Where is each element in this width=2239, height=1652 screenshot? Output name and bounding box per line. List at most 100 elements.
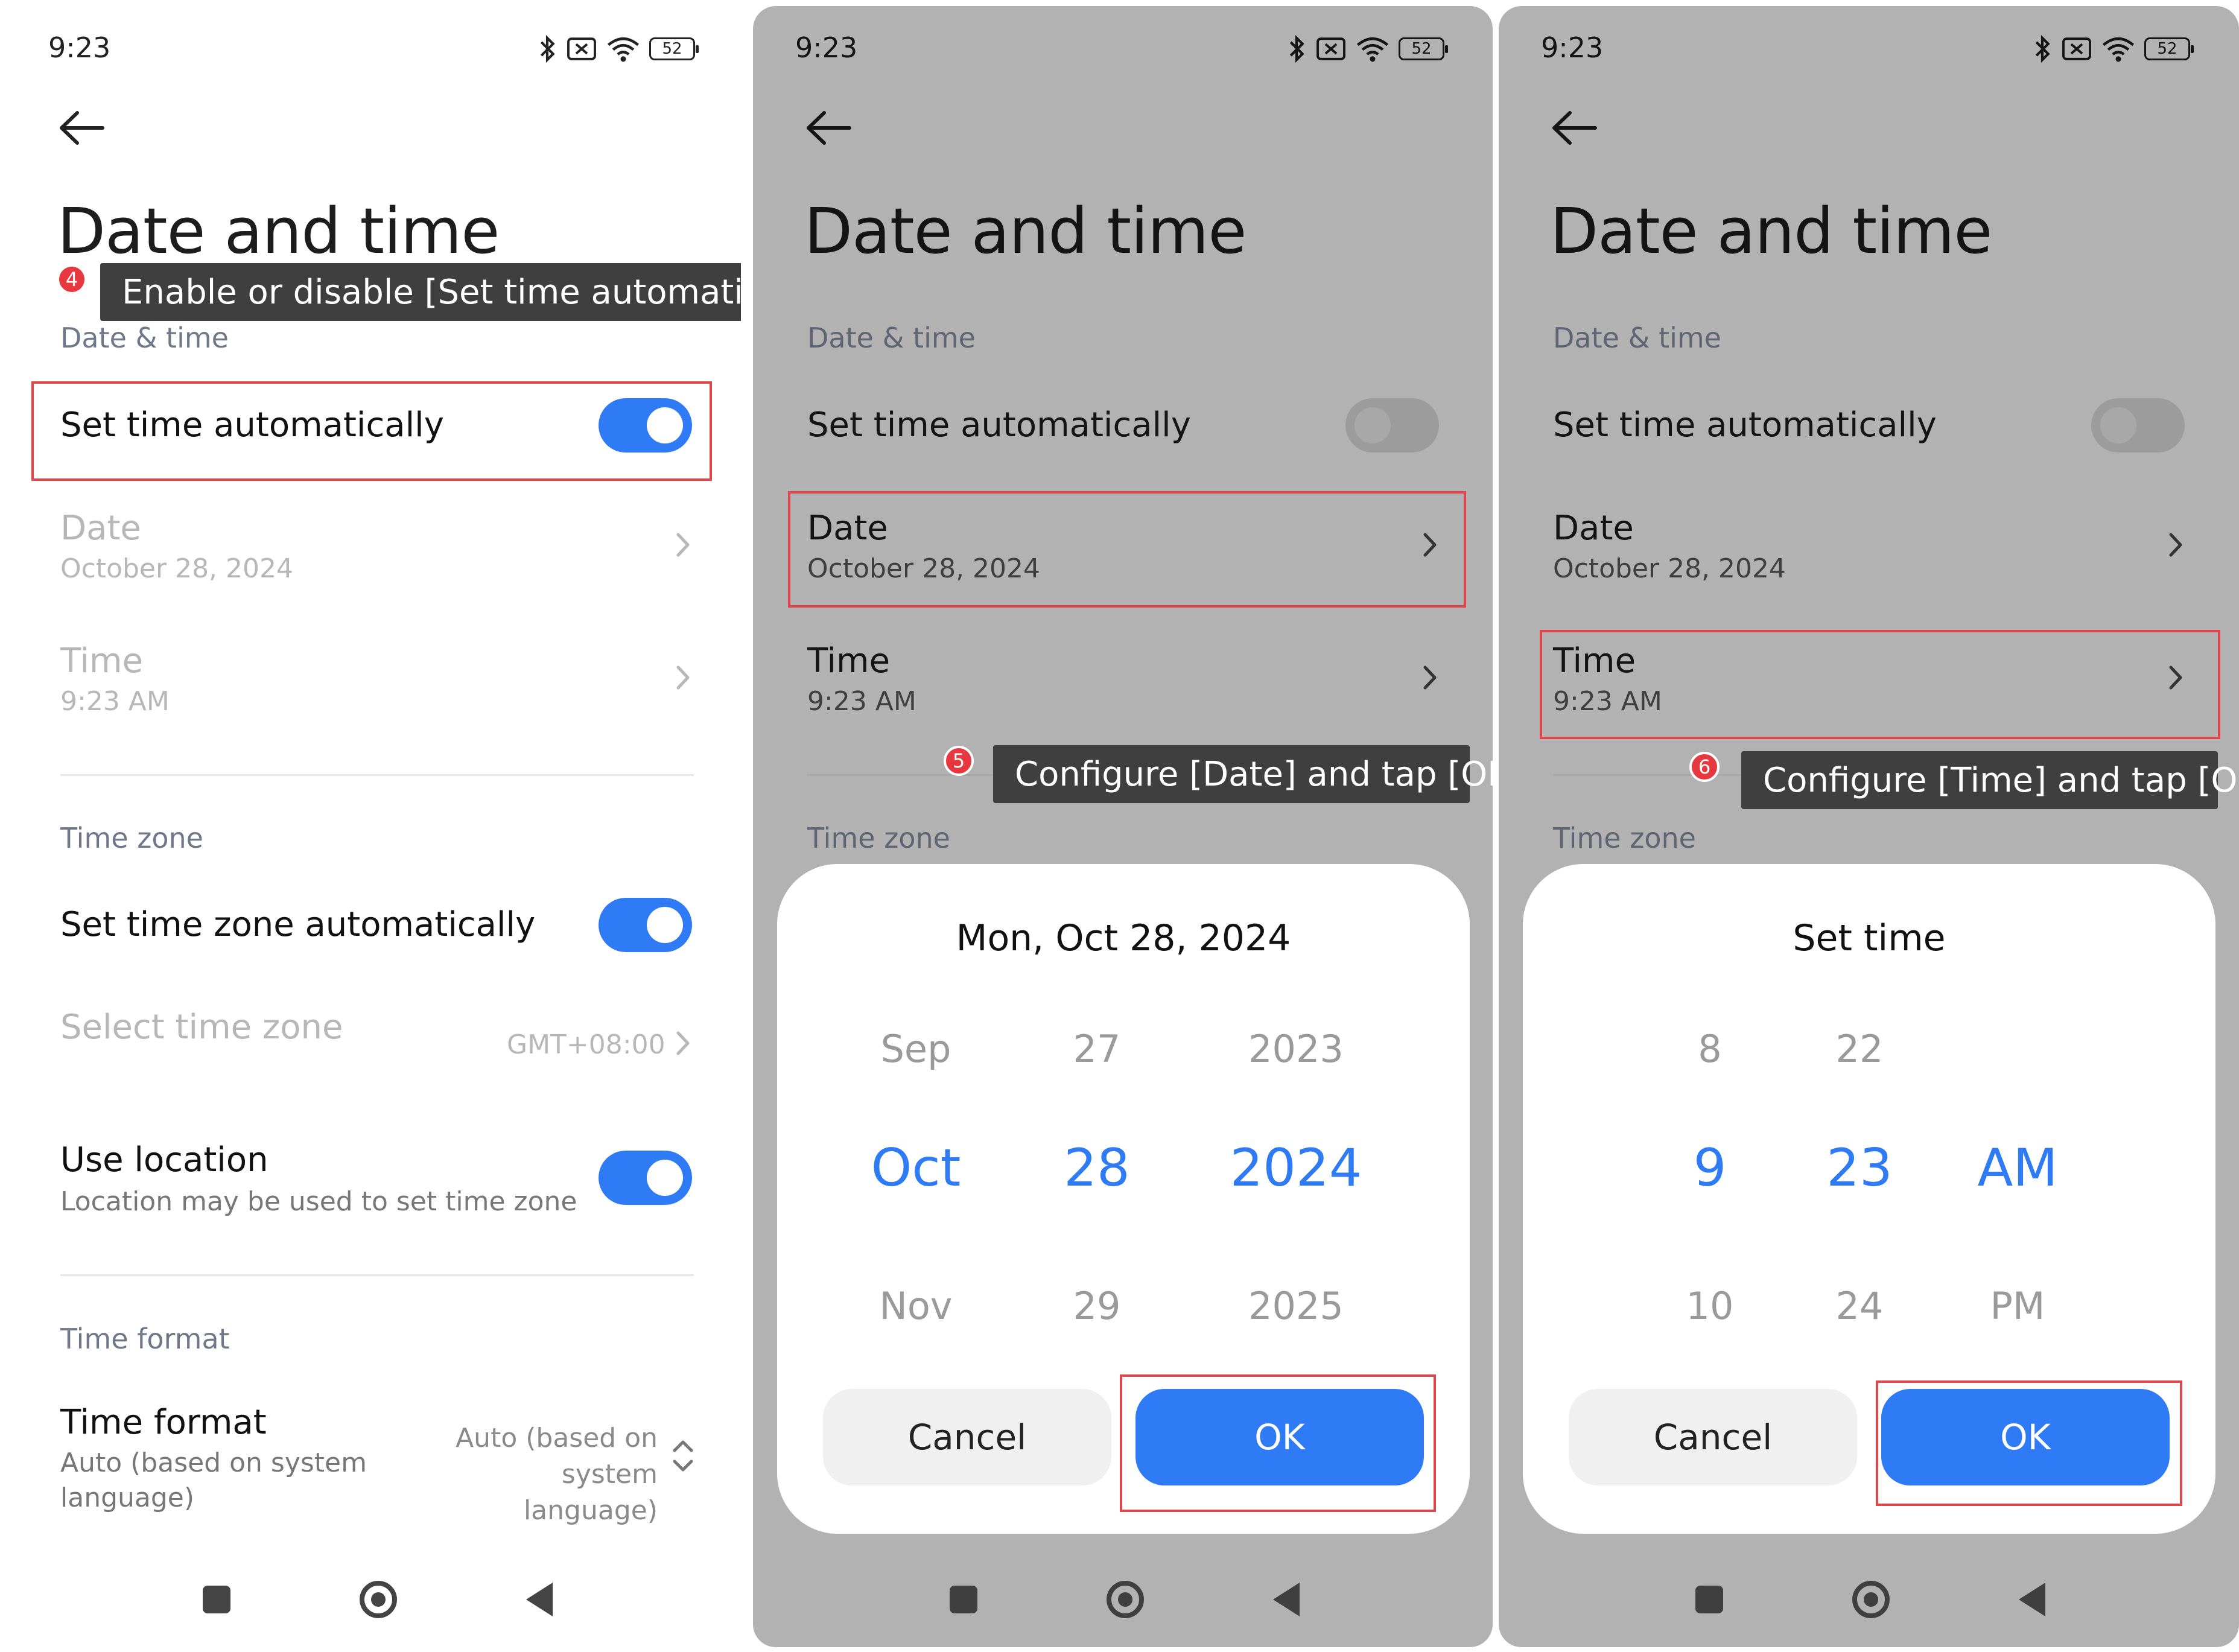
- set-time-automatically-toggle[interactable]: [2091, 398, 2185, 453]
- back-arrow-icon[interactable]: [59, 110, 105, 145]
- step-badge: 6: [1689, 752, 1720, 782]
- date-value: October 28, 2024: [807, 553, 1041, 584]
- month-next[interactable]: Nov: [856, 1284, 976, 1328]
- chevron-right-icon[interactable]: [2162, 664, 2190, 691]
- battery-level: 52: [662, 40, 682, 58]
- use-location-toggle[interactable]: [599, 1151, 692, 1205]
- home-button[interactable]: [360, 1581, 397, 1618]
- dialog-title: Set time: [1793, 917, 1946, 959]
- status-time: 9:23: [795, 31, 858, 64]
- home-button[interactable]: [1852, 1581, 1890, 1618]
- ampm-next[interactable]: PM: [1957, 1284, 2078, 1328]
- dialog-title: Mon, Oct 28, 2024: [956, 917, 1291, 959]
- year-selected[interactable]: 2024: [1218, 1138, 1374, 1198]
- time-format-label: Time format: [60, 1403, 267, 1442]
- no-sim-icon: [2062, 37, 2091, 60]
- date-label: Date: [1553, 509, 1634, 548]
- battery-icon: 52: [2144, 37, 2194, 60]
- page-title: Date and time: [1550, 194, 1992, 268]
- minute-prev[interactable]: 22: [1811, 1027, 1908, 1071]
- set-time-automatically-toggle[interactable]: [1345, 398, 1439, 453]
- ok-button[interactable]: OK: [1881, 1389, 2170, 1485]
- time-value: 9:23 AM: [807, 686, 916, 717]
- time-label: Time: [807, 641, 891, 681]
- instruction-tooltip: Configure [Date] and tap [OK]: [993, 745, 1493, 803]
- section-time-zone: Time zone: [1553, 822, 1696, 854]
- back-button[interactable]: [2019, 1583, 2045, 1616]
- screen-time-picker: 9:23 52 Date and time Date & time Set ti…: [1499, 6, 2239, 1647]
- day-next[interactable]: 29: [1043, 1284, 1151, 1328]
- time-label: Time: [60, 641, 144, 681]
- page-title: Date and time: [57, 194, 500, 268]
- select-time-zone-value: GMT+08:00: [507, 1029, 665, 1060]
- chevron-right-icon[interactable]: [1417, 664, 1444, 691]
- bluetooth-icon: [2035, 34, 2050, 63]
- page-title: Date and time: [804, 194, 1247, 268]
- no-sim-icon: [1316, 37, 1345, 60]
- time-value: 9:23 AM: [1553, 686, 1662, 717]
- month-prev[interactable]: Sep: [856, 1027, 976, 1071]
- time-label: Time: [1553, 641, 1636, 681]
- ok-button[interactable]: OK: [1135, 1389, 1424, 1485]
- wifi-icon: [607, 37, 640, 62]
- cancel-button[interactable]: Cancel: [823, 1389, 1111, 1485]
- status-icons: 52: [537, 34, 699, 64]
- minute-selected[interactable]: 23: [1811, 1138, 1908, 1198]
- step-badge: 4: [57, 264, 87, 294]
- section-date-time: Date & time: [60, 322, 229, 354]
- back-button[interactable]: [526, 1583, 553, 1616]
- date-picker-dialog: Mon, Oct 28, 2024 Sep Oct Nov 27 28 29 2…: [777, 864, 1470, 1534]
- minute-next[interactable]: 24: [1811, 1284, 1908, 1328]
- year-prev[interactable]: 2023: [1218, 1027, 1374, 1071]
- screen-settings-date-time: 9:23 52 Date and time 4 Enable or disabl…: [0, 0, 741, 1652]
- recents-button[interactable]: [1695, 1586, 1723, 1613]
- month-selected[interactable]: Oct: [856, 1138, 976, 1198]
- back-button[interactable]: [1273, 1583, 1300, 1616]
- instruction-tooltip: Configure [Time] and tap [OK]: [1741, 751, 2239, 809]
- home-button[interactable]: [1107, 1581, 1144, 1618]
- ampm-selected[interactable]: AM: [1957, 1138, 2078, 1198]
- set-time-zone-automatically-toggle[interactable]: [599, 898, 692, 952]
- use-location-description: Location may be used to set time zone: [60, 1186, 577, 1217]
- set-time-automatically-label: Set time automatically: [60, 405, 444, 445]
- date-label: Date: [807, 509, 888, 548]
- divider: [60, 774, 694, 776]
- no-sim-icon: [567, 37, 596, 60]
- hour-selected[interactable]: 9: [1662, 1138, 1758, 1198]
- set-time-automatically-toggle[interactable]: [599, 398, 692, 453]
- chevron-right-icon[interactable]: [670, 1029, 697, 1057]
- hour-prev[interactable]: 8: [1662, 1027, 1758, 1071]
- back-arrow-icon[interactable]: [806, 110, 852, 145]
- navigation-bar: [950, 1578, 1300, 1621]
- recents-button[interactable]: [203, 1586, 230, 1613]
- bluetooth-icon: [540, 34, 555, 63]
- select-time-zone-label: Select time zone: [60, 1008, 343, 1047]
- time-picker-dialog: Set time 8 9 10 22 23 24 AM PM Cancel OK: [1523, 864, 2215, 1534]
- time-format-value: Auto (based on system language): [456, 1423, 658, 1526]
- bluetooth-icon: [1289, 34, 1304, 63]
- chevron-right-icon[interactable]: [1417, 531, 1444, 559]
- chevron-right-icon[interactable]: [670, 531, 697, 559]
- chevron-right-icon[interactable]: [670, 664, 697, 691]
- day-selected[interactable]: 28: [1043, 1138, 1151, 1198]
- battery-level: 52: [2157, 40, 2177, 58]
- expand-collapse-icon[interactable]: [669, 1435, 697, 1477]
- day-prev[interactable]: 27: [1043, 1027, 1151, 1071]
- time-format-description: Auto (based on system language): [60, 1447, 367, 1513]
- status-time: 9:23: [1541, 31, 1604, 64]
- battery-icon: 52: [1399, 37, 1448, 60]
- battery-level: 52: [1411, 40, 1432, 58]
- cancel-button[interactable]: Cancel: [1569, 1389, 1857, 1485]
- wifi-icon: [1356, 37, 1389, 62]
- chevron-right-icon[interactable]: [2162, 531, 2190, 559]
- instruction-tooltip: Enable or disable [Set time automaticall…: [100, 263, 741, 321]
- navigation-bar: [1695, 1578, 2045, 1621]
- recents-button[interactable]: [950, 1586, 977, 1613]
- navigation-bar: [203, 1578, 553, 1621]
- back-arrow-icon[interactable]: [1552, 110, 1598, 145]
- hour-next[interactable]: 10: [1662, 1284, 1758, 1328]
- year-next[interactable]: 2025: [1218, 1284, 1374, 1328]
- time-value: 9:23 AM: [60, 686, 170, 717]
- section-time-zone: Time zone: [807, 822, 950, 854]
- section-time-zone: Time zone: [60, 822, 203, 854]
